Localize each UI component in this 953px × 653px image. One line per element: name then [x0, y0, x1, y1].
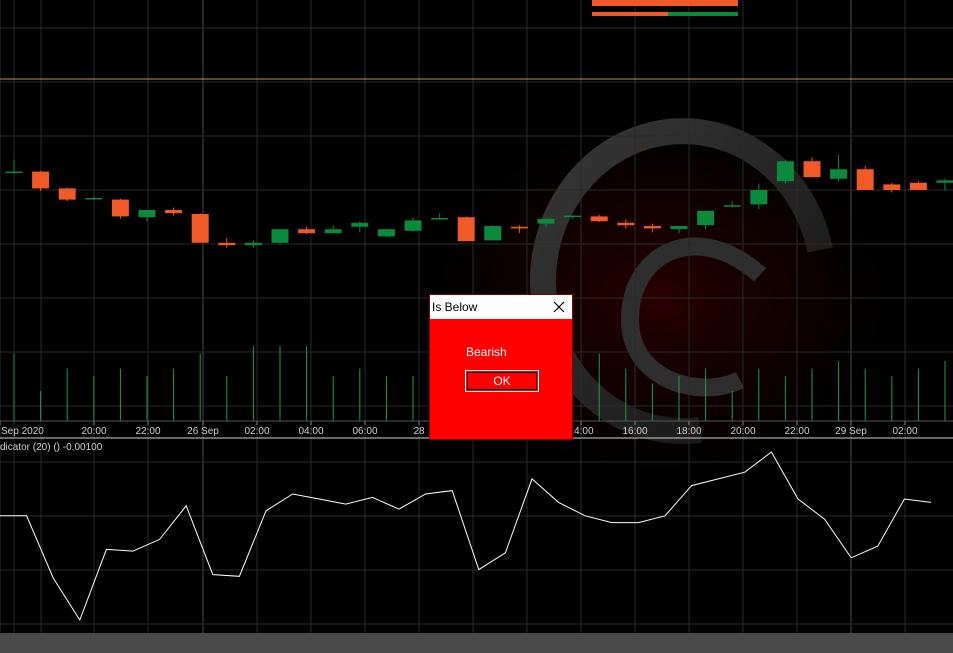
indicator-line [0, 451, 932, 622]
x-tick-label: Sep 2020 [1, 426, 44, 437]
x-tick-label: 20:00 [81, 426, 106, 437]
candle-body [510, 226, 528, 229]
candle-body [165, 210, 183, 214]
trading-chart[interactable]: Sep 2020 20:00 22:00 26 Sep 02:00 04:00 06:00 2… [0, 0, 953, 653]
x-tick-label: 28 [413, 426, 425, 437]
x-tick-label: 04:00 [298, 426, 323, 437]
x-tick-label: 06:00 [352, 426, 377, 437]
candle-body [617, 222, 635, 226]
legend-swatch-bear-3 [592, 12, 668, 16]
legend-swatch-bear-1 [592, 0, 668, 6]
horizontal-scrollbar[interactable] [0, 633, 953, 653]
x-tick-label: 02:00 [892, 426, 917, 437]
x-tick-label: 22:00 [784, 426, 809, 437]
candle-body [431, 218, 449, 220]
x-tick-label: 18:00 [676, 426, 701, 437]
candle-body [484, 226, 502, 241]
candle-body [32, 171, 50, 189]
x-tick-label: 22:00 [135, 426, 160, 437]
x-tick-label: 20:00 [730, 426, 755, 437]
legend-swatch-bull-1 [668, 12, 738, 16]
x-tick-label: 16:00 [622, 426, 647, 437]
ok-button[interactable]: OK [465, 370, 539, 392]
indicator-label: dicator (20) () -0.00100 [0, 442, 103, 453]
candle-body [909, 182, 927, 190]
candle-body [377, 229, 395, 237]
candle-body [643, 226, 661, 229]
candle-body [111, 199, 129, 217]
dialog-titlebar[interactable]: Is Below [430, 295, 572, 319]
x-tick-label: 02:00 [244, 426, 269, 437]
candle-body [856, 169, 874, 190]
candle-body [191, 214, 209, 243]
candle-body [670, 226, 688, 230]
candle-body [85, 198, 103, 200]
candle-body [936, 180, 953, 183]
dialog-title: Is Below [432, 300, 478, 314]
close-icon[interactable] [550, 298, 568, 316]
candle-body [723, 205, 741, 207]
candle-body [324, 229, 342, 234]
dialog-message: Bearish [466, 345, 507, 359]
candle-body [590, 216, 608, 222]
candle-body [750, 190, 768, 205]
candle-body [776, 161, 794, 182]
candle-body [564, 215, 582, 218]
candle-body [298, 229, 316, 234]
candle-body [351, 222, 369, 227]
candle-body [537, 218, 555, 224]
candle-body [5, 171, 23, 174]
candle-body [404, 220, 422, 231]
candle-body [803, 161, 821, 178]
x-tick-label: 29 Sep [835, 426, 867, 437]
x-tick-label: 26 Sep [187, 426, 219, 437]
candle-body [58, 188, 76, 200]
candle-body [271, 229, 289, 243]
legend-swatch-bear-2 [668, 0, 738, 6]
candle-body [457, 217, 475, 242]
candle-body [883, 184, 901, 190]
candle-body [244, 242, 262, 246]
candle-body [218, 242, 236, 246]
alert-dialog: Is Below Bearish OK [429, 294, 573, 440]
candle-body [138, 210, 156, 218]
candle-body [697, 210, 715, 226]
candle-body [830, 169, 848, 179]
